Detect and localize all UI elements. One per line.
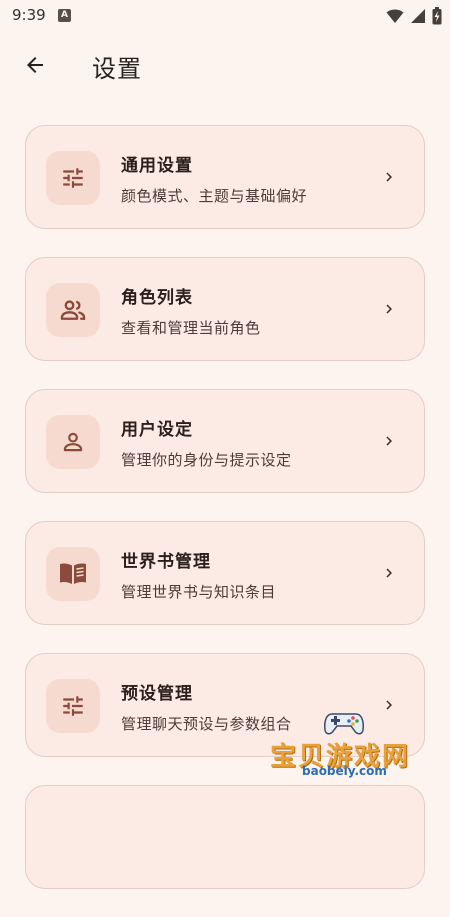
app-bar: 设置 <box>0 32 450 98</box>
gamepad-icon <box>324 713 364 735</box>
card-title: 角色列表 <box>121 288 193 308</box>
wifi-icon <box>386 9 404 23</box>
settings-item-general[interactable]: 通用设置 颜色模式、主题与基础偏好 <box>25 125 425 229</box>
status-right-icons <box>386 7 442 25</box>
settings-item-partial[interactable] <box>25 785 425 889</box>
back-button[interactable] <box>16 46 54 84</box>
card-title: 用户设定 <box>121 420 193 440</box>
card-title: 世界书管理 <box>121 552 211 572</box>
card-icon-box <box>46 283 100 337</box>
tune-icon <box>63 696 83 716</box>
person-icon <box>63 432 83 452</box>
tune-icon <box>63 168 83 188</box>
chevron-right-icon <box>386 172 392 182</box>
card-icon-box <box>46 679 100 733</box>
card-description: 管理世界书与知识条目 <box>121 583 277 601</box>
book-icon <box>60 563 86 584</box>
card-title: 预设管理 <box>121 684 193 704</box>
arrow-back-icon <box>27 57 43 73</box>
chevron-right-icon <box>386 568 392 578</box>
status-bar: 9:39 A <box>0 0 450 32</box>
settings-item-user[interactable]: 用户设定 管理你的身份与提示设定 <box>25 389 425 493</box>
watermark: 宝贝游戏网 baobeiy.com <box>270 708 440 780</box>
card-description: 管理你的身份与提示设定 <box>121 451 292 469</box>
chevron-right-icon <box>386 436 392 446</box>
battery-icon <box>432 7 442 25</box>
card-icon-box <box>46 151 100 205</box>
signal-icon <box>411 9 425 23</box>
watermark-url: baobeiy.com <box>302 764 387 778</box>
card-description: 管理聊天预设与参数组合 <box>121 715 292 733</box>
card-icon-box <box>46 547 100 601</box>
page-title: 设置 <box>92 55 142 83</box>
chevron-right-icon <box>386 304 392 314</box>
settings-item-worldbook[interactable]: 世界书管理 管理世界书与知识条目 <box>25 521 425 625</box>
card-description: 颜色模式、主题与基础偏好 <box>121 187 308 205</box>
notification-a-icon: A <box>58 9 71 22</box>
status-time: 9:39 <box>12 6 46 24</box>
card-description: 查看和管理当前角色 <box>121 319 261 337</box>
card-icon-box <box>46 415 100 469</box>
group-icon <box>60 300 86 320</box>
settings-item-characters[interactable]: 角色列表 查看和管理当前角色 <box>25 257 425 361</box>
settings-list: 通用设置 颜色模式、主题与基础偏好 角色列表 查看和管理当前角色 用户设定 管理… <box>25 125 425 917</box>
card-title: 通用设置 <box>121 156 193 176</box>
